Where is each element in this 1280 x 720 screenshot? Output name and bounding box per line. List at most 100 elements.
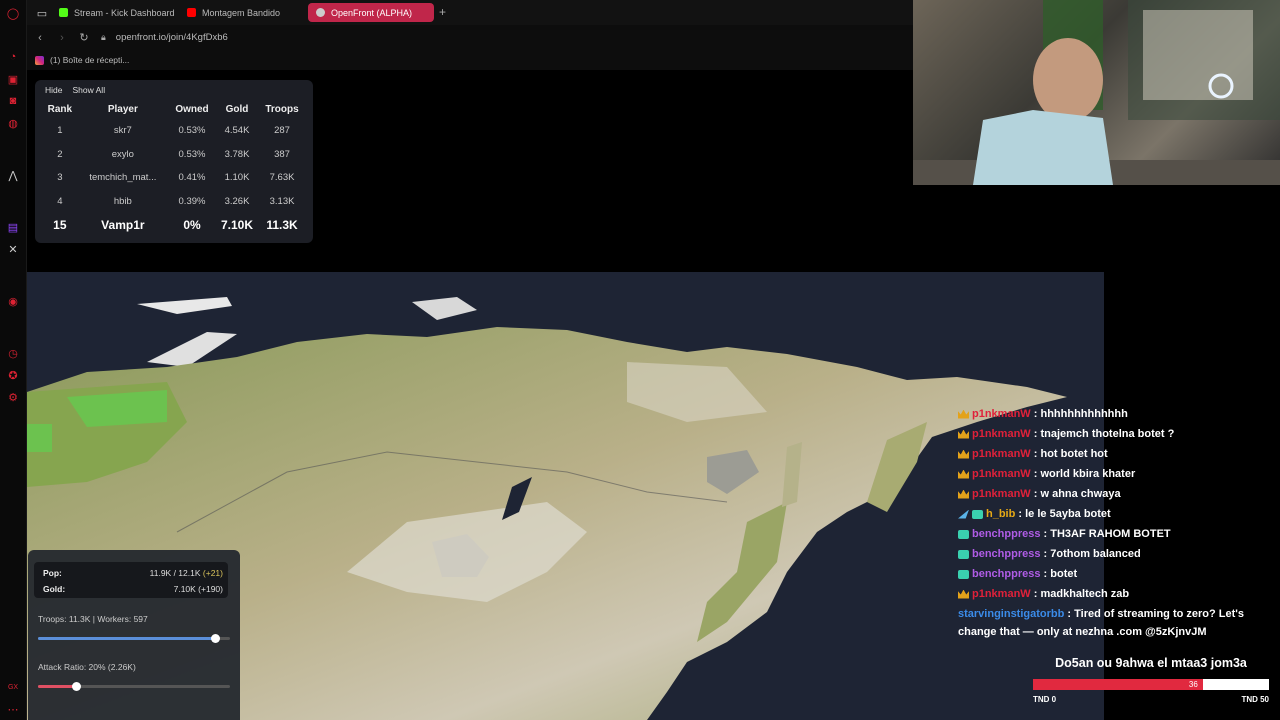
chat-text: : w ahna chwaya — [1033, 488, 1121, 500]
tab-montagem-bandido[interactable]: Montagem Bandido — [179, 3, 305, 22]
chat-username[interactable]: h_bib — [986, 508, 1015, 520]
gold-cell: 4.54K — [224, 125, 250, 137]
column-header-rank[interactable]: Rank — [43, 99, 77, 119]
attack-slider-fill — [38, 685, 77, 688]
player-cell: Vamp1r — [101, 217, 145, 232]
chat-username[interactable]: p1nkmanW — [972, 488, 1031, 500]
gold-cell: 7.10K — [220, 217, 254, 232]
chat-username[interactable]: p1nkmanW — [972, 448, 1031, 460]
sidebar-instagram-icon[interactable]: ◙ — [6, 94, 20, 108]
attack-ratio-slider[interactable] — [38, 682, 230, 691]
column-header-troops[interactable]: Troops — [259, 99, 305, 119]
chat-username[interactable]: p1nkmanW — [972, 408, 1031, 420]
kick-icon — [59, 8, 68, 17]
chat-message: benchppress : 7othom balanced — [958, 544, 1268, 564]
youtube-icon — [187, 8, 196, 17]
show-all-button[interactable]: Show All — [72, 85, 105, 95]
opera-logo-icon[interactable]: ◯ — [6, 6, 20, 20]
gift-badge-icon — [958, 569, 969, 579]
table-row[interactable]: 1 skr7 0.53% 4.54K 287 — [43, 119, 305, 143]
reload-icon[interactable]: ↻ — [75, 31, 93, 44]
back-arrow-icon[interactable]: ‹ — [31, 32, 49, 44]
my-player-row[interactable]: 15 Vamp1r 0% 7.10K 11.3K — [43, 213, 305, 237]
goal-progress-fill — [1033, 679, 1203, 690]
rank-cell: 2 — [57, 148, 63, 160]
sidebar-bag-icon[interactable]: ▣ — [6, 72, 20, 86]
chat-text: : madkhaltech zab — [1033, 588, 1130, 600]
crown-badge-icon — [958, 449, 969, 459]
chat-username[interactable]: benchppress — [972, 548, 1040, 560]
crown-badge-icon — [958, 589, 969, 599]
hide-button[interactable]: Hide — [45, 85, 62, 95]
player-cell: skr7 — [113, 125, 132, 137]
tab-bar: ▭ Stream - Kick Dashboard Montagem Bandi… — [27, 0, 913, 25]
sidebar-gx-icon[interactable]: GX — [6, 680, 20, 694]
chat-message: benchppress : TH3AF RAHOM BOTET — [958, 524, 1268, 544]
webcam-image — [913, 0, 1280, 185]
sidebar-messenger-icon[interactable]: ◍ — [6, 116, 20, 130]
instagram-icon — [35, 55, 44, 65]
new-tab-plus-icon[interactable]: + — [439, 5, 446, 19]
goal-start-label: TND 0 — [1033, 695, 1057, 704]
attack-slider-handle[interactable] — [72, 682, 82, 691]
globe-icon — [316, 8, 325, 17]
troops-cell: 7.63K — [269, 172, 295, 184]
chat-username[interactable]: benchppress — [972, 528, 1040, 540]
tab-openfront[interactable]: OpenFront (ALPHA) — [308, 3, 434, 22]
table-row[interactable]: 4 hbib 0.39% 3.26K 3.13K — [43, 190, 305, 214]
sidebar-kick-icon[interactable]: ⋀ — [6, 168, 20, 182]
pop-value-group: 11.9K / 12.1K (+21) — [150, 568, 223, 578]
chat-message-body: p1nkmanW : madkhaltech zab — [972, 588, 1129, 600]
chat-overlay: p1nkmanW : hhhhhhhhhhhhh p1nkmanW : tnaje… — [958, 404, 1268, 641]
chat-username[interactable]: p1nkmanW — [972, 588, 1031, 600]
chat-username[interactable]: p1nkmanW — [972, 468, 1031, 480]
chat-message: h_bib : le le 5ayba botet — [958, 504, 1268, 524]
leaderboard-table: Rank Player Owned Gold Troops 1 skr7 0.5… — [43, 99, 305, 237]
gold-label: Gold: — [43, 584, 66, 594]
owned-cell: 0.41% — [178, 172, 206, 184]
sidebar-more-icon[interactable]: ⋯ — [6, 702, 20, 716]
lock-icon: 🔒︎ — [101, 32, 106, 42]
gold-cell: 3.26K — [224, 195, 250, 207]
column-header-gold[interactable]: Gold — [215, 99, 259, 119]
table-row[interactable]: 3 temchich_mat... 0.41% 1.10K 7.63K — [43, 166, 305, 190]
rank-cell: 3 — [57, 172, 63, 184]
chat-username[interactable]: starvinginstigatorbb — [958, 608, 1064, 620]
bookmarks-bar: (1) Boîte de récepti... — [27, 50, 913, 70]
sidebar-history-icon[interactable]: ◷ — [6, 346, 20, 360]
table-row[interactable]: 2 exylo 0.53% 3.78K 387 — [43, 143, 305, 167]
forward-arrow-icon[interactable]: › — [53, 32, 71, 44]
chat-message: p1nkmanW : hot botet hot — [958, 444, 1268, 464]
gold-value: 7.10K (+190) — [173, 584, 223, 594]
troops-slider-handle[interactable] — [210, 634, 220, 643]
pop-label: Pop: — [43, 568, 62, 578]
column-header-owned[interactable]: Owned — [169, 99, 215, 119]
troops-slider-fill — [38, 637, 215, 640]
sidebar-settings-icon[interactable]: ⚙ — [6, 390, 20, 404]
chat-text: : 7othom balanced — [1043, 548, 1141, 560]
tab-switcher-icon[interactable]: ▭ — [35, 6, 49, 20]
sidebar-aria-icon[interactable]: ◔ — [6, 50, 20, 64]
chat-username[interactable]: benchppress — [972, 568, 1040, 580]
control-panel: Pop: 11.9K / 12.1K (+21) Gold: 7.10K (+1… — [28, 550, 240, 720]
goal-progress-bar: 36 — [1033, 679, 1269, 690]
resource-box: Pop: 11.9K / 12.1K (+21) Gold: 7.10K (+1… — [34, 562, 228, 598]
chat-username[interactable]: p1nkmanW — [972, 428, 1031, 440]
sidebar-x-icon[interactable]: ✕ — [6, 242, 20, 256]
tab-kick-dashboard[interactable]: Stream - Kick Dashboard — [51, 3, 177, 22]
gold-cell: 1.10K — [224, 172, 250, 184]
chat-message: p1nkmanW : tnajemch thotelna botet ? — [958, 424, 1268, 444]
chat-text: : le le 5ayba botet — [1018, 508, 1111, 520]
url-field[interactable]: openfront.io/join/4KgfDxb6 — [116, 32, 228, 43]
sidebar-player-icon[interactable]: ◉ — [6, 294, 20, 308]
owned-cell: 0% — [183, 217, 201, 232]
column-header-player[interactable]: Player — [77, 99, 169, 119]
goal-title: Do5an ou 9ahwa el mtaa3 jom3a — [1055, 656, 1247, 670]
sidebar-twitch-icon[interactable]: ▤ — [6, 220, 20, 234]
chat-text: : botet — [1043, 568, 1078, 580]
bookmark-inbox[interactable]: (1) Boîte de récepti... — [50, 55, 129, 65]
troops-slider[interactable] — [38, 634, 230, 643]
pop-delta: (+21) — [202, 568, 223, 578]
sidebar-extensions-icon[interactable]: ✪ — [6, 368, 20, 382]
rank-cell: 1 — [57, 125, 63, 137]
